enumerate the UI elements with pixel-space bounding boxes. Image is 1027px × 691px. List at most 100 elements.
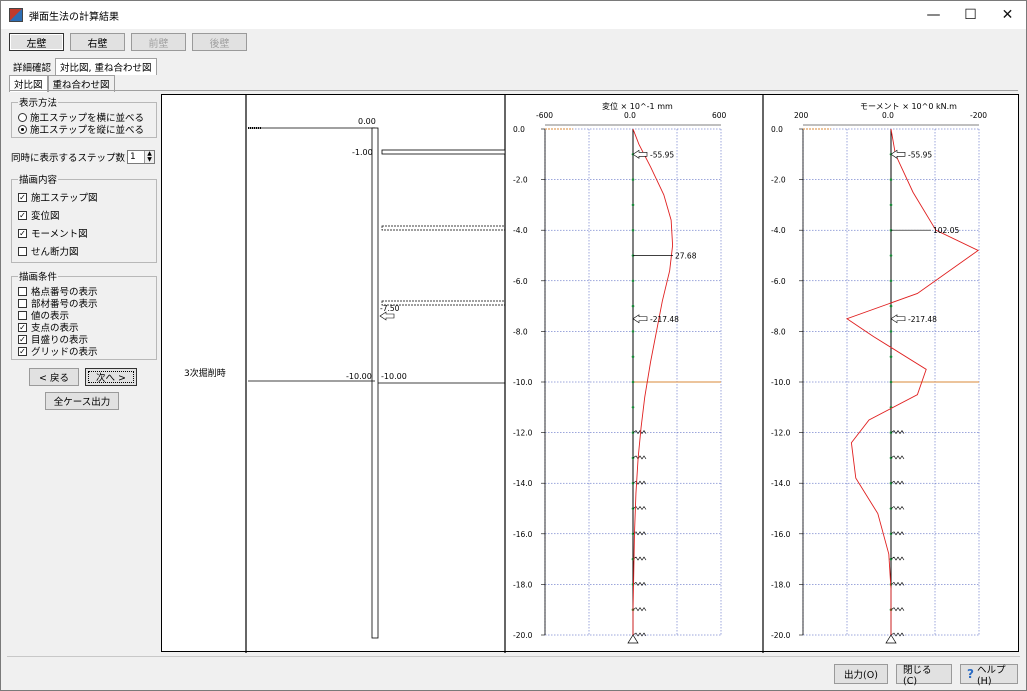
level-label: -7.50	[380, 304, 400, 313]
front-wall-button[interactable]: 前壁	[131, 33, 186, 51]
draw-content-group: 描画内容 ✓ 施工ステップ図 ✓ 変位図 ✓ モーメント図 せん断力図	[11, 172, 157, 263]
help-button[interactable]: ? ヘルプ(H)	[960, 664, 1018, 687]
node-point	[889, 203, 893, 207]
moment-chart: モーメント × 10^0 kN.m 200 0.0 -200 0.0 -2.0 -4.0 -6…	[771, 102, 987, 644]
level-label: 0.00	[358, 117, 376, 126]
support-arrow-icon	[632, 149, 648, 159]
step-count-spinner[interactable]: 1 ▲ ▼	[127, 150, 156, 164]
spring-support-icon	[890, 505, 905, 511]
tab-detail[interactable]: 詳細確認	[9, 59, 56, 75]
app-icon	[9, 8, 23, 22]
checkbox[interactable]	[18, 286, 27, 296]
check-label: 施工ステップ図	[31, 193, 98, 204]
support-arrow-icon	[379, 311, 395, 321]
display-option-vertical[interactable]: 施工ステップを縦に並べる	[18, 123, 150, 136]
y-tick-label: -14.0	[771, 479, 791, 488]
annotation-label: -217.48	[650, 315, 679, 324]
y-tick-label: -6.0	[513, 277, 528, 286]
spinner-arrows-icon[interactable]: ▲ ▼	[144, 151, 155, 163]
node-point	[631, 304, 635, 308]
x-tick-label: 0.0	[882, 111, 894, 120]
x-tick-label: 200	[794, 111, 809, 120]
check-label: グリッドの表示	[31, 347, 98, 358]
annotation-label: -217.48	[908, 315, 937, 324]
tab-compare[interactable]: 対比図, 重ね合わせ図	[55, 58, 157, 75]
draw-conditions-group: 描画条件 格点番号の表示 部材番号の表示 値の表示 ✓ 支点の表示 ✓ 目盛りの表示…	[11, 269, 157, 360]
checkbox[interactable]: ✓	[18, 192, 27, 202]
checkbox[interactable]: ✓	[18, 322, 27, 332]
spring-support-icon	[632, 455, 647, 460]
checkbox[interactable]	[18, 246, 27, 256]
radio-horizontal[interactable]	[18, 112, 27, 122]
checkbox[interactable]: ✓	[18, 334, 27, 344]
minimize-button[interactable]: —	[915, 1, 952, 29]
node-point	[889, 178, 893, 181]
right-wall-button[interactable]: 右壁	[70, 33, 125, 51]
close-button[interactable]: 閉じる(C)	[896, 664, 952, 687]
node-point	[631, 406, 635, 409]
annotation-label: 102.05	[933, 226, 959, 235]
display-method-group: 表示方法 施工ステップを横に並べる 施工ステップを縦に並べる	[11, 95, 157, 138]
step-count-label: 同時に表示するステップ数	[11, 153, 126, 164]
step-count-value[interactable]: 1	[130, 152, 136, 162]
draw-conditions-legend: 描画条件	[19, 272, 58, 283]
displacement-chart: 変位 × 10^-1 mm -600 0.0 600 0.0 -2.0 -4.0 -6.0 -8…	[513, 101, 727, 644]
spring-support-icon	[890, 531, 905, 536]
y-tick-label: -12.0	[771, 429, 791, 438]
y-tick-label: -18.0	[771, 580, 791, 589]
node-point	[889, 330, 893, 333]
x-tick-label: 0.0	[624, 111, 636, 120]
close-window-button[interactable]: ✕	[989, 1, 1026, 29]
title-bar: 弾面生法の計算結果 — ☐ ✕	[1, 1, 1026, 29]
status-bar	[7, 656, 1020, 659]
left-wall-button[interactable]: 左壁	[9, 33, 64, 51]
x-tick-label: -600	[536, 111, 553, 120]
pin-support-icon	[885, 634, 897, 644]
spring-support-icon	[632, 430, 647, 435]
checkbox[interactable]: ✓	[18, 210, 27, 220]
check-grid[interactable]: ✓ グリッドの表示	[18, 345, 150, 358]
y-tick-label: -18.0	[513, 580, 533, 589]
y-tick-label: -6.0	[771, 277, 786, 286]
display-method-legend: 表示方法	[19, 98, 58, 109]
spring-support-icon	[890, 556, 905, 561]
next-button[interactable]: 次へ >	[85, 368, 137, 386]
node-point	[631, 330, 635, 333]
output-button[interactable]: 出力(O)	[834, 664, 888, 684]
x-tick-label: -200	[970, 111, 987, 120]
checkbox[interactable]	[18, 298, 27, 308]
y-tick-label: -10.0	[513, 378, 533, 387]
check-step-diagram[interactable]: ✓ 施工ステップ図	[18, 188, 150, 206]
back-button[interactable]: < 戻る	[29, 368, 79, 386]
checkbox[interactable]	[18, 310, 27, 320]
node-point	[889, 355, 893, 359]
settings-panel: 表示方法 施工ステップを横に並べる 施工ステップを縦に並べる 同時に表示するステ…	[11, 95, 157, 410]
y-tick-label: 0.0	[771, 125, 783, 134]
y-tick-label: -16.0	[771, 530, 791, 539]
node-point	[631, 279, 635, 283]
y-tick-label: -2.0	[771, 176, 786, 185]
level-label: -1.00	[352, 148, 373, 157]
spring-support-icon	[890, 430, 905, 435]
spring-support-icon	[890, 632, 905, 637]
support-arrow-icon	[890, 314, 906, 324]
maximize-button[interactable]: ☐	[952, 1, 989, 29]
node-point	[889, 304, 893, 308]
y-tick-label: -14.0	[513, 479, 533, 488]
radio-vertical[interactable]	[18, 124, 27, 134]
strut-removed	[381, 300, 506, 306]
output-all-cases-button[interactable]: 全ケース出力	[45, 392, 119, 410]
check-moment[interactable]: ✓ モーメント図	[18, 224, 150, 242]
y-tick-label: -8.0	[771, 327, 786, 336]
strut	[381, 149, 506, 155]
spring-support-icon	[632, 607, 647, 612]
step-diagram: 3次掘削時 0.00 -1.00 -7.50 -10.00 -10.00	[184, 117, 506, 639]
check-displacement[interactable]: ✓ 変位図	[18, 206, 150, 224]
back-wall-button[interactable]: 後壁	[192, 33, 247, 51]
node-point	[889, 380, 893, 384]
checkbox[interactable]: ✓	[18, 346, 27, 356]
checkbox[interactable]: ✓	[18, 228, 27, 238]
check-shear[interactable]: せん断力図	[18, 242, 150, 260]
tab-divider	[9, 90, 1018, 91]
help-label: ヘルプ(H)	[976, 664, 1006, 687]
